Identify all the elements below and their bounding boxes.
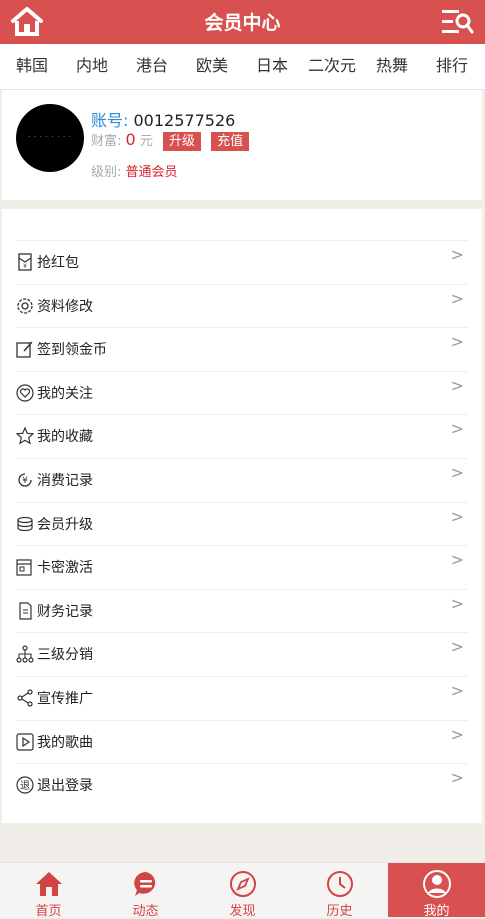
chat-icon [134,872,156,896]
menu-label: 三级分销 [37,647,93,663]
menu-item-following[interactable]: 我的关注 > [16,371,468,415]
svg-text:¥: ¥ [22,476,28,486]
menu-label: 我的收藏 [37,429,93,445]
user-icon [423,870,451,898]
menu-item-upgrade[interactable]: 会员升级 > [16,502,468,546]
chevron-right-icon: > [450,594,464,613]
svg-text:¥: ¥ [23,263,27,270]
tab-label: 首页 [35,904,62,919]
category-nav: 韩国 内地 港台 欧美 日本 二次元 热舞 排行 [0,44,485,90]
menu-label: 卡密激活 [37,560,93,576]
svg-text:退: 退 [20,780,30,792]
menu-label: 抢红包 [37,255,79,271]
avatar[interactable]: · · · · · · · · [16,104,84,172]
menu-item-favorites[interactable]: 我的收藏 > [16,414,468,458]
tab-label: 动态 [132,904,159,919]
level-value: 普通会员 [125,165,178,180]
menu-label: 我的歌曲 [37,735,93,751]
clock-icon [327,871,353,897]
menu-item-my-songs[interactable]: 我的歌曲 > [16,720,468,764]
tab-label: 发现 [229,904,256,919]
menu-item-logout[interactable]: 退 退出登录 > [16,763,468,807]
menu-label: 宣传推广 [37,691,93,707]
nav-item[interactable]: 热舞 [376,44,408,89]
menu-label: 资料修改 [37,299,93,315]
edit-icon [16,341,33,358]
tab-feed[interactable]: 动态 [97,863,194,919]
page-title: 会员中心 [204,12,281,34]
chevron-right-icon: > [450,463,464,482]
tab-history[interactable]: 历史 [291,863,388,919]
menu-label: 财务记录 [37,604,93,620]
wealth-line: 财富: 0 元 升级 充值 [91,130,250,151]
menu-label: 我的关注 [37,386,93,402]
chevron-right-icon: > [450,245,464,264]
chevron-right-icon: > [450,289,464,308]
heart-icon [16,384,34,402]
menu-item-promotion[interactable]: 宣传推广 > [16,676,468,720]
nav-item[interactable]: 内地 [76,44,108,89]
menu-item-finance[interactable]: 财务记录 > [16,589,468,633]
wealth-label: 财富: [91,134,122,149]
bottom-tab-bar: 首页 动态 发现 历史 我的 [0,862,485,919]
menu-label: 会员升级 [37,517,93,533]
card-icon [16,559,32,576]
home-icon [36,872,62,896]
share-icon [17,689,33,707]
account-value: 0012577526 [133,111,236,130]
red-envelope-icon: ¥ [18,253,32,271]
tab-label: 历史 [326,904,353,919]
document-icon [19,602,32,620]
menu-item-card-activation[interactable]: 卡密激活 > [16,545,468,589]
menu-item-red-envelope[interactable]: ¥ 抢红包 > [16,240,468,284]
nav-item[interactable]: 韩国 [16,44,48,89]
recharge-button[interactable]: 充值 [211,132,250,151]
level-line: 级别: 普通会员 [91,161,178,180]
play-icon [16,733,34,751]
nav-item[interactable]: 欧美 [196,44,228,89]
profile-card: · · · · · · · · 账号: 0012577526 财富: 0 元 升… [2,90,482,200]
coins-icon [17,516,33,532]
chevron-right-icon: > [450,550,464,569]
yen-icon: ¥ [18,473,32,487]
chevron-right-icon: > [450,725,464,744]
menu-item-distribution[interactable]: 三级分销 > [16,632,468,676]
logout-icon: 退 [16,776,34,794]
menu-item-spending[interactable]: ¥ 消费记录 > [16,458,468,502]
menu-label: 退出登录 [37,778,93,794]
menu-list: ¥ 抢红包 > 资料修改 > 签到领金币 > 我的关注 > 我的收藏 > ¥ 消… [2,209,482,823]
wealth-value: 0 [125,130,136,149]
chevron-right-icon: > [450,681,464,700]
menu-label: 消费记录 [37,473,93,489]
chevron-right-icon: > [450,332,464,351]
compass-icon [230,871,256,897]
tab-label: 我的 [423,904,450,919]
account-label: 账号: [91,111,129,130]
gear-icon [17,298,33,314]
menu-label: 签到领金币 [37,342,107,358]
upgrade-button[interactable]: 升级 [163,132,202,151]
tab-discover[interactable]: 发现 [194,863,291,919]
wealth-unit: 元 [139,134,153,149]
account-line: 账号: 0012577526 [91,107,235,131]
chevron-right-icon: > [450,768,464,787]
menu-item-edit-profile[interactable]: 资料修改 > [16,284,468,328]
nav-item[interactable]: 二次元 [308,44,356,89]
app-header: 会员中心 [0,0,485,44]
menu-item-checkin[interactable]: 签到领金币 > [16,327,468,371]
chevron-right-icon: > [450,376,464,395]
level-label: 级别: [91,165,122,180]
tab-mine[interactable]: 我的 [388,863,485,919]
chevron-right-icon: > [450,419,464,438]
nav-item[interactable]: 排行 [436,44,468,89]
nav-item[interactable]: 港台 [136,44,168,89]
menu-search-icon[interactable] [441,7,475,37]
star-icon [16,427,34,445]
tab-home[interactable]: 首页 [0,863,97,919]
chevron-right-icon: > [450,507,464,526]
nav-item[interactable]: 日本 [256,44,288,89]
chevron-right-icon: > [450,637,464,656]
hierarchy-icon [16,645,34,663]
